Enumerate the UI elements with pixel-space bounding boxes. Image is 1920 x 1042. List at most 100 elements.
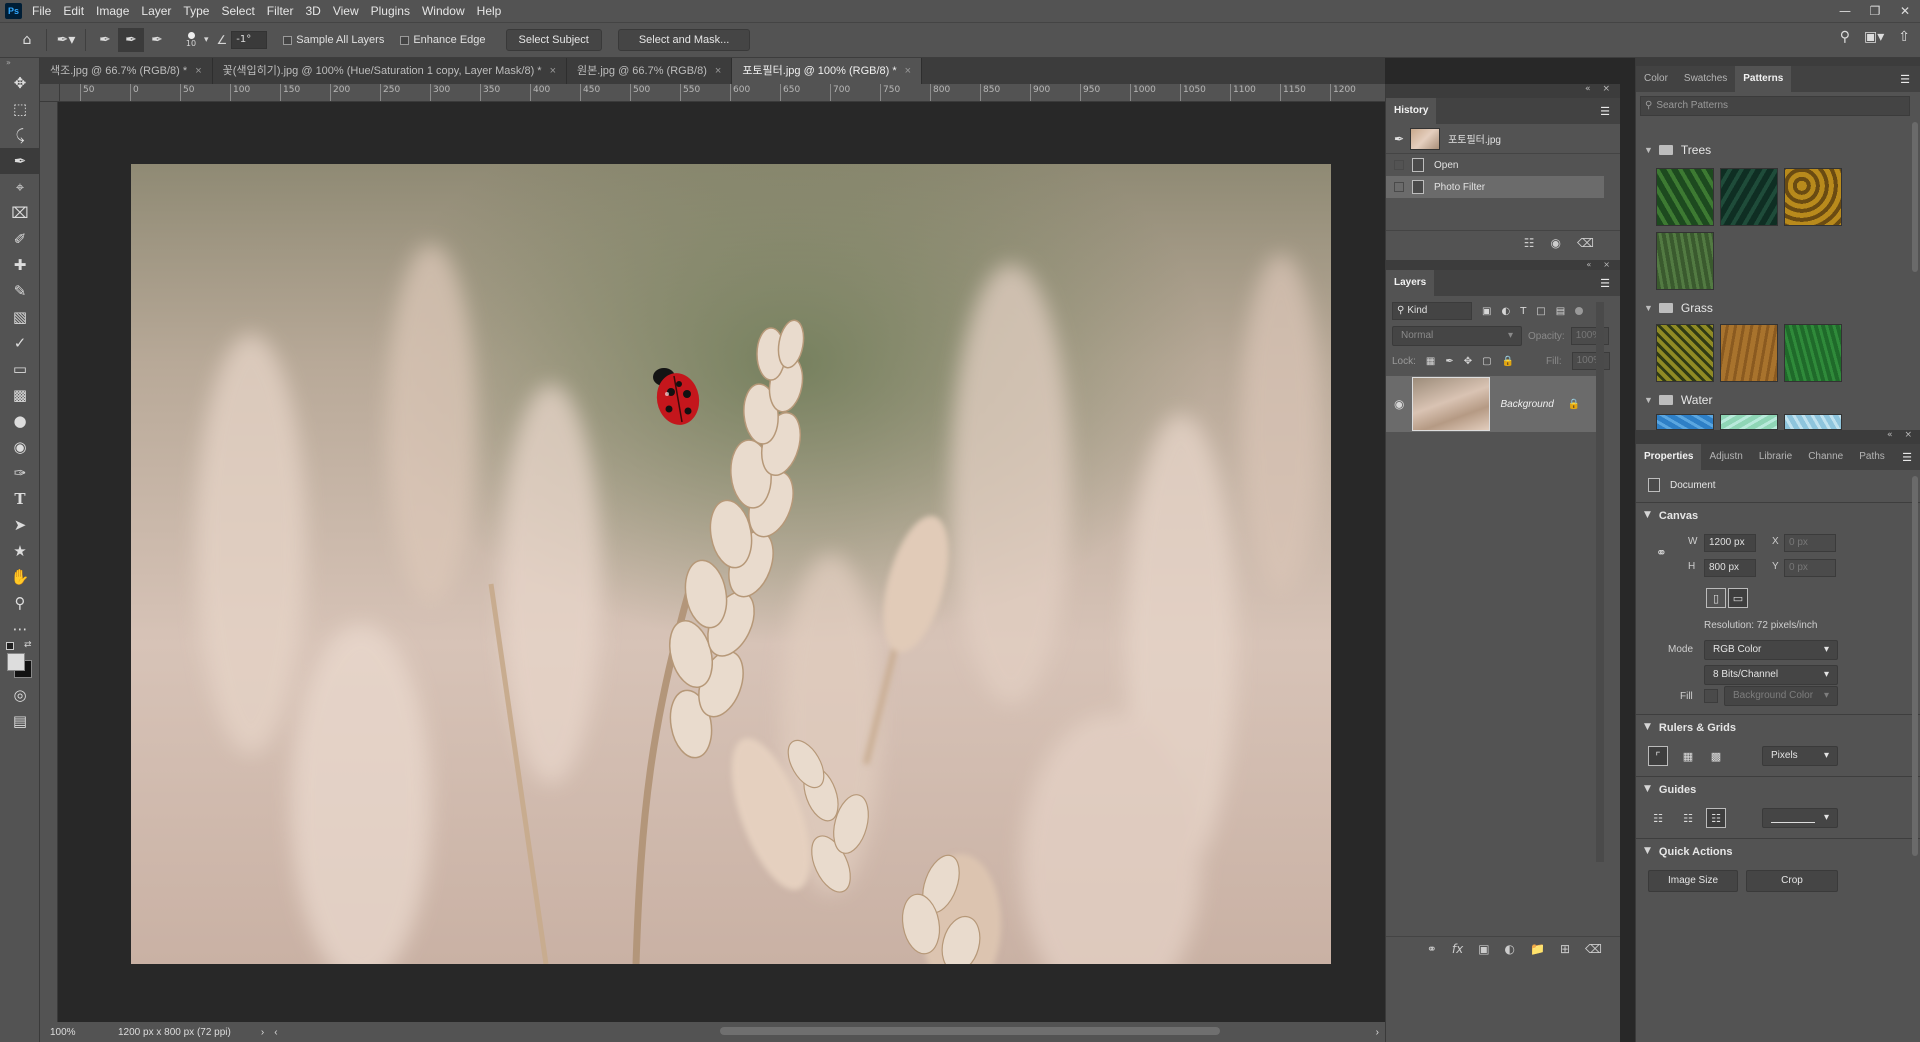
horizontal-ruler[interactable]: 50 0 50 100 150 200 250 300 350 400 450 500 550 600 65… xyxy=(60,84,1385,102)
filter-kind-select[interactable]: ⚲ Kind xyxy=(1392,302,1472,320)
lock-all-icon[interactable]: 🔒 xyxy=(1502,356,1514,367)
rulers-icon[interactable]: ⌜ xyxy=(1648,746,1668,766)
history-item-selected[interactable]: Photo Filter xyxy=(1386,176,1604,198)
panel-menu-icon[interactable]: ☰ xyxy=(1902,451,1912,464)
vertical-ruler[interactable] xyxy=(40,102,58,1022)
close-icon[interactable]: ✕ xyxy=(1890,0,1920,22)
default-colors-icon[interactable] xyxy=(6,642,14,650)
panel-menu-icon[interactable]: ☰ xyxy=(1600,105,1610,118)
history-brush-tool-icon[interactable]: ✓ xyxy=(0,330,40,356)
mode-select[interactable]: RGB Color ▾ xyxy=(1704,640,1838,660)
sample-all-layers-checkbox[interactable]: Sample All Layers xyxy=(283,34,384,46)
minimize-icon[interactable]: — xyxy=(1830,0,1860,22)
search-icon[interactable]: ⚲ xyxy=(1840,29,1850,45)
close-panel-icon[interactable]: × xyxy=(1602,84,1610,98)
patterns-scrollbar[interactable] xyxy=(1912,122,1918,272)
pattern-swatch[interactable] xyxy=(1784,168,1842,226)
tab-libraries[interactable]: Librarie xyxy=(1751,444,1800,470)
guide-style-select[interactable]: ▾ xyxy=(1762,808,1838,828)
zoom-tool-icon[interactable]: ⚲ xyxy=(0,590,40,616)
close-panel-icon[interactable]: × xyxy=(1904,430,1912,444)
search-patterns-input[interactable]: ⚲ Search Patterns xyxy=(1640,96,1910,116)
screen-mode-icon[interactable]: ▤ xyxy=(0,708,40,734)
tab-document-active[interactable]: 포토필터.jpg @ 100% (RGB/8) * × xyxy=(732,58,923,84)
panel-drag-bar[interactable] xyxy=(1636,58,1920,66)
new-layer-icon[interactable]: ⊞ xyxy=(1560,942,1570,956)
guides-icon[interactable]: ☷ xyxy=(1648,808,1668,828)
pattern-group-water[interactable]: ▼ Water xyxy=(1636,388,1906,412)
layer-style-icon[interactable]: fx xyxy=(1452,942,1463,956)
menu-select[interactable]: Select xyxy=(215,4,260,18)
filter-type-icon[interactable]: T xyxy=(1520,306,1526,317)
restore-icon[interactable]: ❐ xyxy=(1860,0,1890,22)
menu-edit[interactable]: Edit xyxy=(57,4,90,18)
new-group-icon[interactable]: 📁 xyxy=(1530,942,1545,956)
fill-select[interactable]: Background Color ▾ xyxy=(1724,686,1838,706)
pixel-grid-icon[interactable]: ▩ xyxy=(1706,746,1726,766)
select-subject-button[interactable]: Select Subject xyxy=(505,29,602,51)
history-item[interactable]: Open xyxy=(1386,154,1620,176)
brush-size-picker[interactable]: 10 xyxy=(180,32,202,48)
add-to-selection-icon[interactable]: ✒ xyxy=(118,28,144,52)
chevron-down-icon[interactable]: ▾ xyxy=(204,35,209,45)
home-icon[interactable]: ⌂ xyxy=(14,28,40,52)
menu-plugins[interactable]: Plugins xyxy=(365,4,416,18)
marquee-tool-icon[interactable]: ⬚ xyxy=(0,96,40,122)
trash-icon[interactable]: ⌫ xyxy=(1577,236,1594,250)
pattern-group-trees[interactable]: ▼ Trees xyxy=(1636,138,1906,162)
pen-tool-icon[interactable]: ✑ xyxy=(0,460,40,486)
portrait-orientation-icon[interactable]: ▯ xyxy=(1706,588,1726,608)
guides-section-header[interactable]: ▼ Guides xyxy=(1644,784,1696,796)
lock-position-icon[interactable]: ✥ xyxy=(1464,356,1472,367)
foreground-color-swatch[interactable] xyxy=(7,653,25,671)
lock-image-icon[interactable]: ✒ xyxy=(1445,356,1453,367)
angle-input[interactable]: -1° xyxy=(231,31,268,49)
subtract-selection-icon[interactable]: ✒ xyxy=(144,28,170,52)
menu-window[interactable]: Window xyxy=(416,4,471,18)
tab-document[interactable]: 원본.jpg @ 66.7% (RGB/8) × xyxy=(567,58,733,84)
collapse-icon[interactable]: « xyxy=(1586,260,1591,270)
share-icon[interactable]: ⇧ xyxy=(1898,29,1910,45)
tab-layers[interactable]: Layers xyxy=(1386,270,1435,296)
layers-scrollbar[interactable] xyxy=(1596,302,1604,862)
menu-3d[interactable]: 3D xyxy=(299,4,326,18)
pattern-swatch[interactable] xyxy=(1784,324,1842,382)
panel-menu-icon[interactable]: ☰ xyxy=(1600,277,1610,290)
menu-layer[interactable]: Layer xyxy=(135,4,177,18)
pattern-swatch[interactable] xyxy=(1656,232,1714,290)
panel-menu-icon[interactable]: ☰ xyxy=(1900,73,1910,86)
lock-guides-icon[interactable]: ☷ xyxy=(1706,808,1726,828)
quick-selection-preset-icon[interactable]: ✒▾ xyxy=(53,28,79,52)
menu-help[interactable]: Help xyxy=(471,4,508,18)
pattern-swatch[interactable] xyxy=(1656,324,1714,382)
camera-icon[interactable]: ◉ xyxy=(1551,236,1561,250)
landscape-orientation-icon[interactable]: ▭ xyxy=(1728,588,1748,608)
filter-adjustment-icon[interactable]: ◐ xyxy=(1501,306,1510,317)
trash-icon[interactable]: ⌫ xyxy=(1585,942,1602,956)
tab-properties[interactable]: Properties xyxy=(1636,444,1702,470)
history-snapshot[interactable]: ✒ 포토필터.jpg xyxy=(1386,124,1620,154)
quick-mask-icon[interactable]: ◎ xyxy=(0,682,40,708)
adjustment-layer-icon[interactable]: ◐ xyxy=(1505,942,1515,956)
brush-tool-icon[interactable]: ✎ xyxy=(0,278,40,304)
document-image[interactable] xyxy=(131,164,1331,964)
tab-document[interactable]: 색조.jpg @ 66.7% (RGB/8) * × xyxy=(40,58,213,84)
grid-icon[interactable]: ▦ xyxy=(1678,746,1698,766)
crop-button[interactable]: Crop xyxy=(1746,870,1838,892)
x-field[interactable]: 0 px xyxy=(1784,534,1836,552)
filter-toggle-icon[interactable] xyxy=(1575,307,1584,315)
link-icon[interactable]: ⚭ xyxy=(1656,546,1667,561)
zoom-level[interactable]: 100% xyxy=(50,1027,100,1038)
tab-adjustments[interactable]: Adjustn xyxy=(1701,444,1750,470)
menu-image[interactable]: Image xyxy=(90,4,135,18)
new-document-from-state-icon[interactable]: ☷ xyxy=(1524,236,1535,250)
tab-paths[interactable]: Paths xyxy=(1851,444,1893,470)
pattern-swatch[interactable] xyxy=(1656,168,1714,226)
swap-colors-icon[interactable]: ⇄ xyxy=(24,640,32,650)
workspace-icon[interactable]: ▣▾ xyxy=(1864,29,1884,45)
tab-history[interactable]: History xyxy=(1386,98,1437,124)
ruler-origin[interactable] xyxy=(40,84,60,102)
clone-stamp-tool-icon[interactable]: ▧ xyxy=(0,304,40,330)
properties-scrollbar[interactable] xyxy=(1912,476,1918,856)
pattern-swatch[interactable] xyxy=(1720,168,1778,226)
